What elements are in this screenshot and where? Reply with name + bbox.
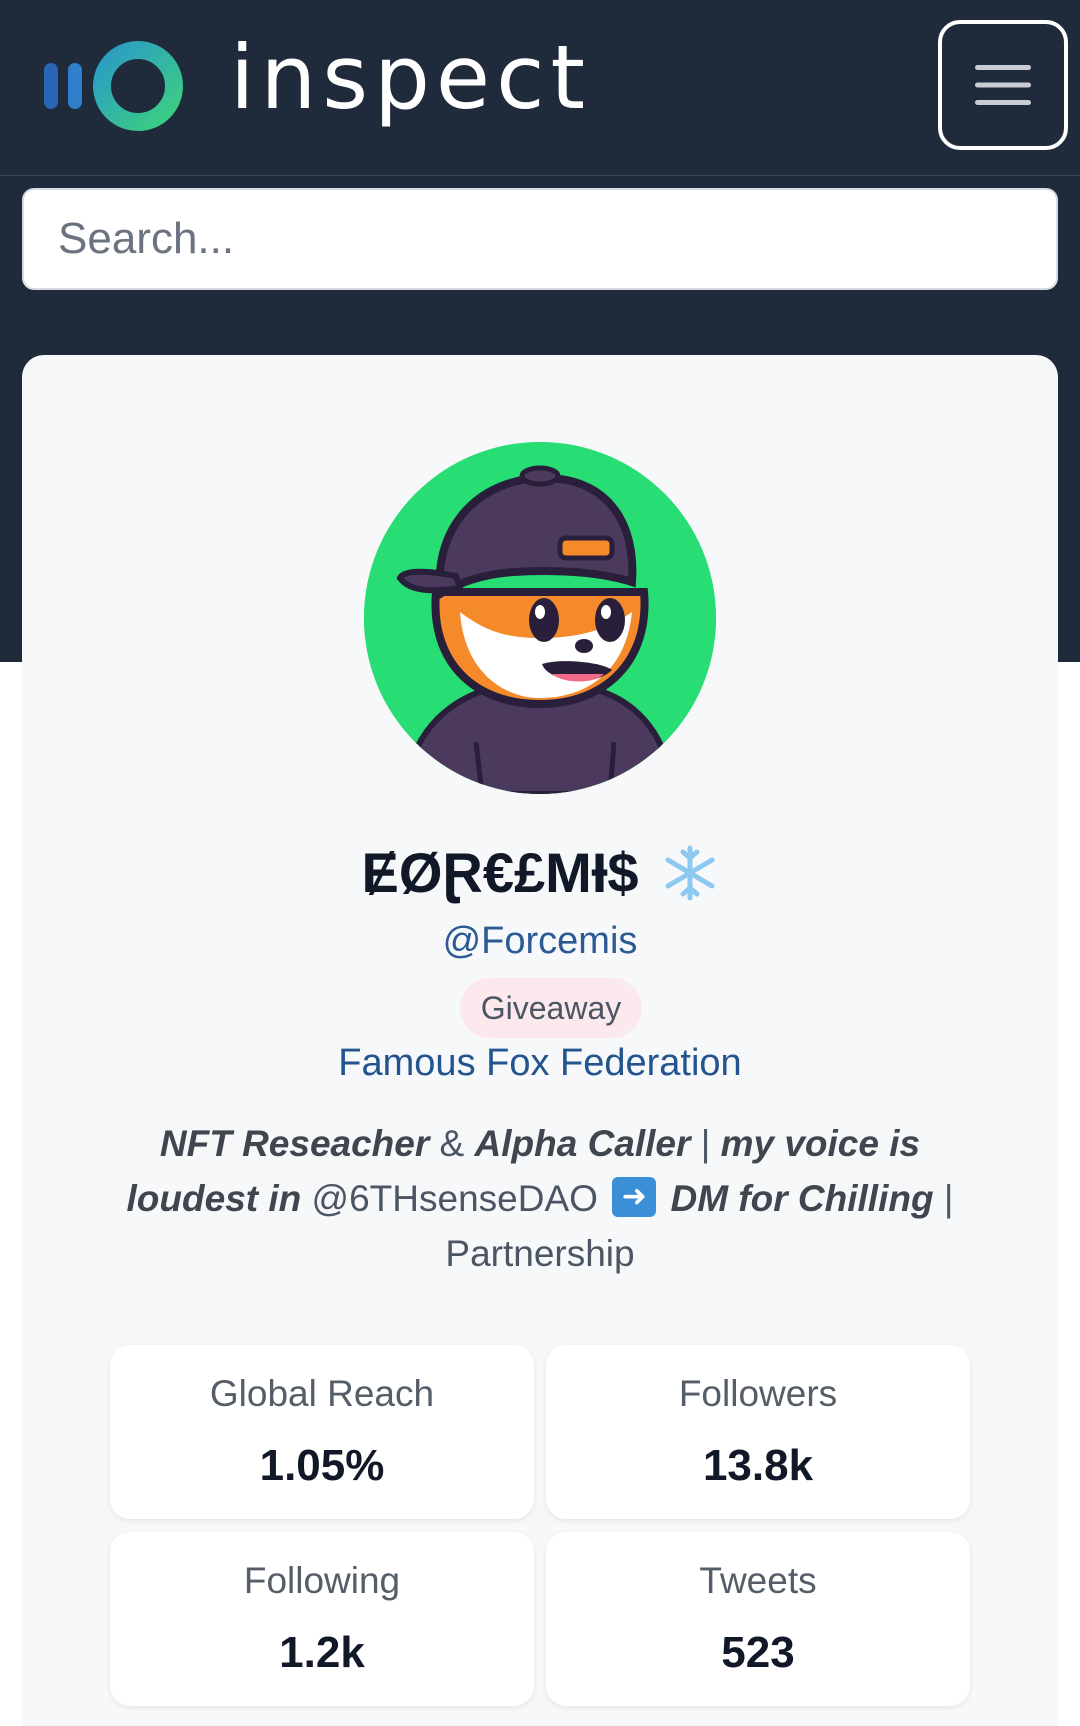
stat-value: 13.8k <box>702 1441 814 1490</box>
stat-label: Global Reach <box>209 1373 435 1414</box>
right-arrow-icon <box>612 1177 657 1217</box>
brand-logo[interactable]: inspect <box>40 24 591 144</box>
stat-value: 1.2k <box>279 1628 365 1677</box>
bio-part: Alpha Caller <box>474 1123 691 1164</box>
snowflake-icon <box>665 845 714 900</box>
search-box[interactable] <box>22 188 1058 290</box>
profile-display-name: ɆØⱤ€£MƗ$ <box>0 840 1080 905</box>
bio-part: & <box>429 1123 475 1164</box>
page: inspect Search... ɆØⱤ€£MƗ$ @Forcemis Giv… <box>0 0 1080 1726</box>
stat-card-global-reach: Global Reach 1.05% <box>110 1345 534 1519</box>
hamburger-icon <box>975 65 1031 105</box>
stat-card-following: Following 1.2k <box>110 1532 534 1706</box>
stat-card-tweets: Tweets 523 <box>546 1532 970 1706</box>
fox-avatar <box>364 442 716 794</box>
brand-name: inspect <box>230 26 591 129</box>
search-input[interactable] <box>24 190 1056 288</box>
stat-label: Followers <box>678 1373 838 1414</box>
bio-mention: @6THsenseDAO <box>301 1178 609 1219</box>
stat-card-followers: Followers 13.8k <box>546 1345 970 1519</box>
giveaway-badge: Giveaway <box>460 978 642 1038</box>
profile-handle-link[interactable]: @Forcemis <box>0 920 1080 963</box>
profile-avatar <box>364 442 716 794</box>
community-link[interactable]: Famous Fox Federation <box>0 1042 1080 1085</box>
logo-mark-icon <box>44 41 183 131</box>
stat-value: 523 <box>721 1628 795 1677</box>
bio-part: NFT Reseacher <box>159 1123 430 1164</box>
display-name-text: ɆØⱤ€£MƗ$ <box>361 841 639 904</box>
stat-value: 1.05% <box>259 1441 385 1490</box>
profile-bio: NFT Reseacher & Alpha Caller | my voice … <box>100 1116 980 1281</box>
stat-label: Following <box>243 1560 401 1601</box>
stat-label: Tweets <box>699 1560 817 1601</box>
menu-toggle-button[interactable] <box>938 20 1068 150</box>
bio-part: | <box>690 1123 721 1164</box>
bio-part: DM for Chilling <box>670 1178 934 1219</box>
top-nav: inspect <box>0 0 1080 176</box>
